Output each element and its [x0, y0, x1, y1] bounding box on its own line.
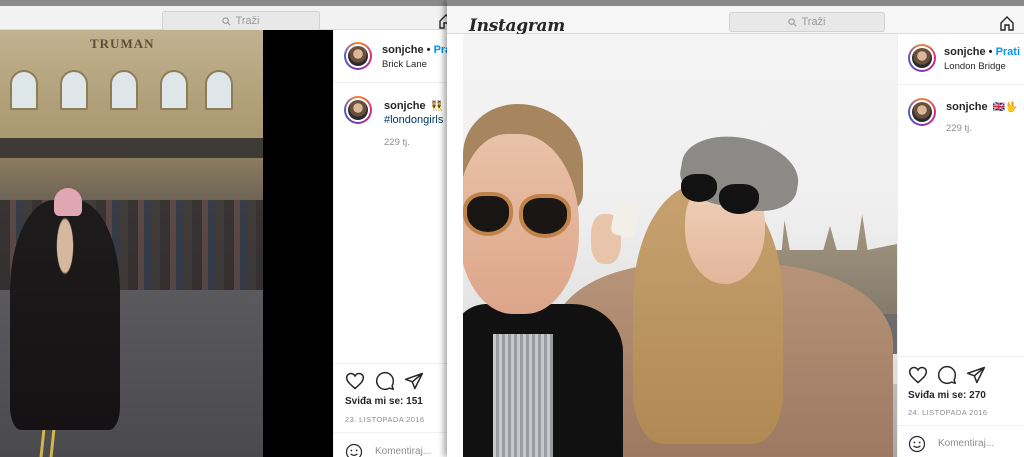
- caption-avatar[interactable]: [344, 96, 372, 124]
- brick-lane-photo[interactable]: TRUMAN: [0, 30, 263, 457]
- front-browser-window: Instagram Traži ‹ sonjche • Prati London…: [447, 0, 1024, 457]
- back-search-input[interactable]: Traži: [162, 11, 320, 31]
- post-username[interactable]: sonjche: [944, 46, 986, 58]
- london-bridge-photo[interactable]: [463, 34, 897, 457]
- coffee-cup: [610, 200, 640, 238]
- heart-icon[interactable]: [908, 365, 928, 385]
- smile-icon[interactable]: [908, 435, 926, 453]
- front-post-panel: sonjche • Prati London Bridge sonjche 🇬🇧…: [897, 34, 1024, 457]
- truman-sign: TRUMAN: [90, 36, 155, 51]
- caption-username[interactable]: sonjche: [946, 101, 988, 113]
- home-icon[interactable]: [999, 15, 1015, 31]
- comment-input[interactable]: Komentiraj...: [938, 438, 994, 449]
- post-date: 24. LISTOPADA 2016: [908, 408, 988, 417]
- prev-photo-button[interactable]: ‹: [447, 224, 463, 248]
- heart-icon[interactable]: [345, 371, 365, 391]
- share-icon[interactable]: [966, 365, 986, 385]
- instagram-logo[interactable]: Instagram: [469, 16, 565, 36]
- front-search-input[interactable]: Traži: [729, 12, 885, 32]
- time-ago: 229 tj.: [384, 137, 410, 148]
- post-location[interactable]: Brick Lane: [382, 59, 427, 70]
- back-post-panel: sonjche • Prati Brick Lane sonjche 👯 @ #…: [333, 30, 460, 457]
- likes-count[interactable]: Sviđa mi se: 151: [345, 396, 423, 407]
- post-location[interactable]: London Bridge: [944, 61, 1006, 72]
- front-search-placeholder: Traži: [801, 16, 826, 28]
- time-ago: 229 tj.: [946, 123, 972, 134]
- back-top-bar: Traži: [0, 0, 460, 31]
- search-icon: [788, 17, 797, 26]
- caption-avatar[interactable]: [908, 98, 936, 126]
- share-icon[interactable]: [404, 371, 424, 391]
- search-icon: [222, 16, 231, 25]
- caption-username[interactable]: sonjche: [384, 100, 426, 112]
- front-top-bar: Instagram Traži: [447, 0, 1024, 36]
- back-browser-window: Traži TRUMAN sonjche • Prati Brick Lane …: [0, 0, 460, 457]
- follow-button[interactable]: Prati: [996, 46, 1020, 58]
- comment-icon[interactable]: [937, 365, 957, 385]
- hashtag-link[interactable]: #londongirls: [384, 114, 443, 126]
- pink-beanie: [54, 188, 82, 216]
- back-search-placeholder: Traži: [235, 15, 260, 27]
- comment-icon[interactable]: [375, 371, 395, 391]
- avatar[interactable]: [908, 44, 936, 72]
- tortoise-sunglasses: [463, 192, 513, 236]
- caption-emoji: 👯: [430, 101, 444, 112]
- comment-input[interactable]: Komentiraj...: [375, 446, 431, 457]
- caption-emoji: 🇬🇧🖖: [992, 102, 1018, 113]
- post-username[interactable]: sonjche: [382, 44, 424, 56]
- woman-in-black: [10, 200, 120, 430]
- desktop: Traži TRUMAN sonjche • Prati Brick Lane …: [0, 0, 1024, 457]
- likes-count[interactable]: Sviđa mi se: 270: [908, 390, 986, 401]
- post-date: 23. LISTOPADA 2016: [345, 415, 425, 424]
- smile-icon[interactable]: [345, 443, 363, 457]
- avatar[interactable]: [344, 42, 372, 70]
